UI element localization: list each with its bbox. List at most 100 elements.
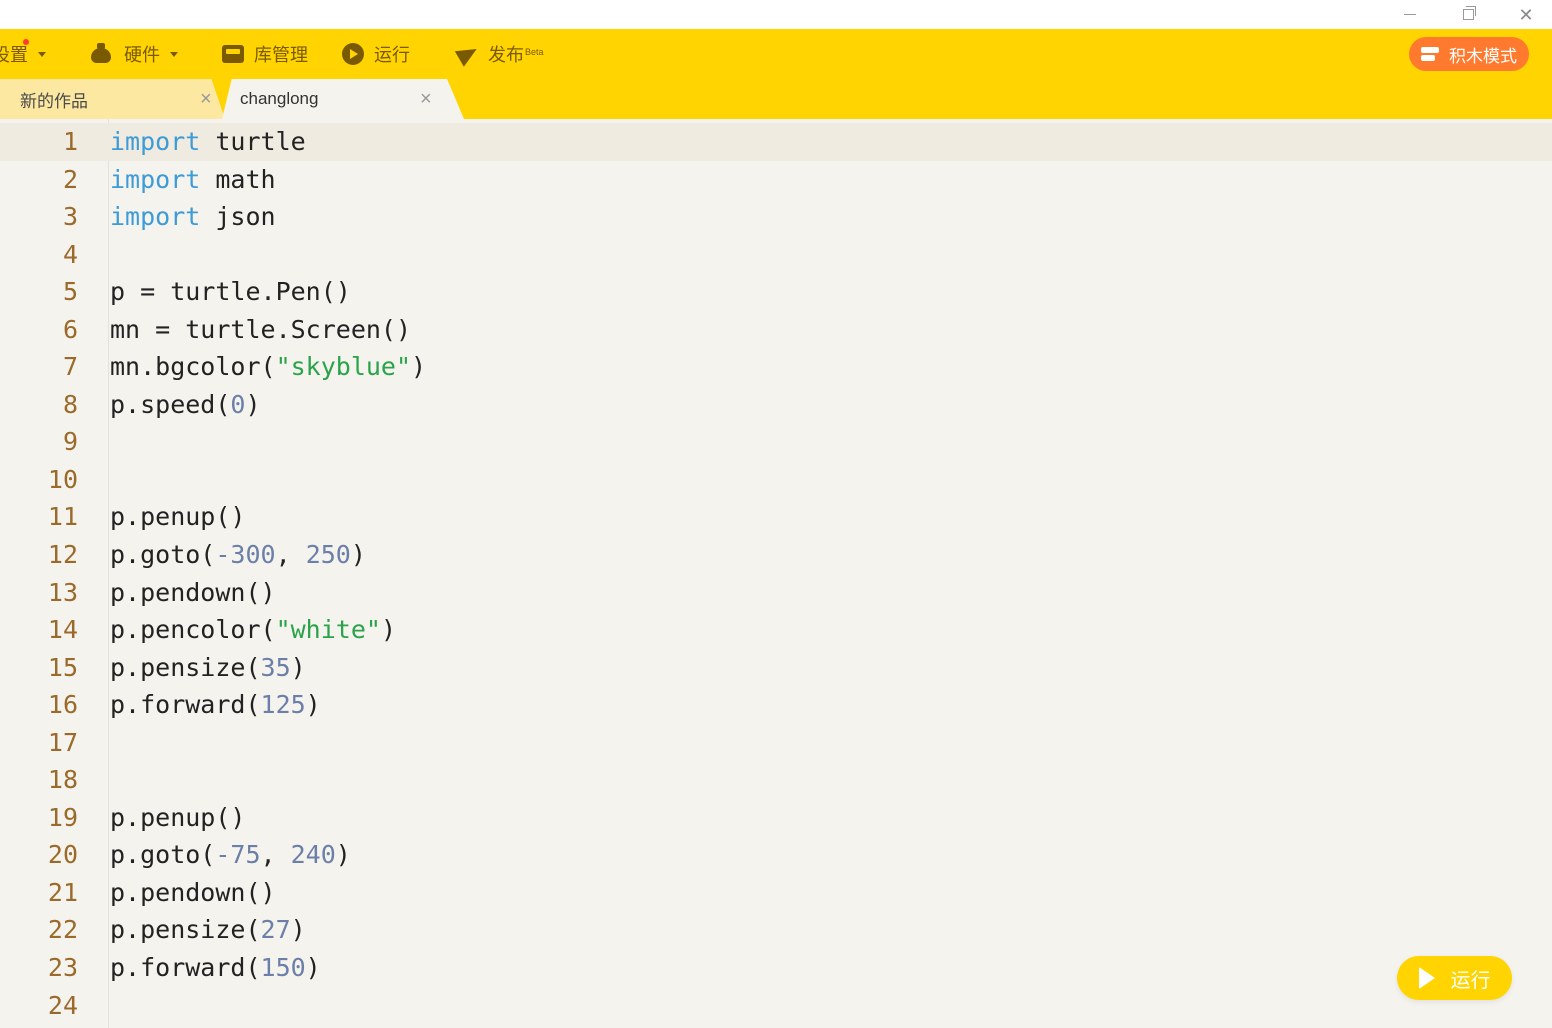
code-text: ) [305,690,321,720]
hardware-label: 硬件 [124,45,160,65]
number-literal: 240 [290,840,336,870]
library-button[interactable]: 库管理 [222,39,308,69]
code-text: json [200,202,276,232]
code-text: p.pendown() [110,577,276,607]
code-text: p.pensize( [110,652,261,682]
line-number: 23 [47,953,78,983]
number-literal: 150 [260,953,306,983]
number-literal: -300 [215,540,276,570]
line-number: 16 [47,690,78,720]
line-number: 14 [47,615,78,645]
line-number: 13 [47,577,78,607]
line-number: 12 [47,540,78,570]
string-literal: "skyblue" [275,352,412,382]
block-mode-label: 积木模式 [1449,46,1517,66]
main-toolbar: 设置 硬件 库管理 运行 发布 Beta 积木模式 新的作品 × changlo… [0,29,1552,119]
code-text: p.penup() [110,502,246,532]
code-text: p.forward( [110,953,261,983]
library-label: 库管理 [254,45,308,65]
hardware-menu[interactable]: 硬件 [88,39,178,69]
play-icon [342,43,364,65]
line-number: 6 [62,314,78,344]
code-text: ) [380,615,396,645]
code-text: ) [350,540,366,570]
settings-label: 设置 [0,45,28,65]
line-number: 1 [62,127,78,156]
code-text: p.goto( [110,840,216,870]
close-window-button[interactable]: ✕ [1497,0,1552,29]
line-number: 15 [47,652,78,682]
title-bar: ✕ [0,0,1552,29]
line-number: 17 [47,727,78,757]
line-number: 21 [47,877,78,907]
line-number: 24 [47,990,78,1020]
number-literal: 250 [305,540,351,570]
run-button-label: 运行 [1450,969,1491,992]
tab-new-work[interactable]: 新的作品 × [0,79,225,119]
number-literal: 125 [260,690,306,720]
code-text: ) [290,652,306,682]
line-number: 11 [47,502,78,532]
code-text: p.penup() [110,802,246,832]
keyword: import [110,127,201,156]
code-text: p.pensize( [110,915,261,945]
code-text: mn.bgcolor( [110,352,276,382]
line-number: 9 [62,427,78,457]
tab-changlong[interactable]: changlong × [222,79,464,119]
line-number: 7 [62,352,78,382]
library-icon [222,45,244,63]
code-text: ) [411,352,427,382]
number-literal: 0 [230,389,246,419]
tab-label: 新的作品 [20,91,88,111]
chevron-down-icon [170,51,178,57]
line-number: 10 [47,464,78,494]
code-text: ) [305,953,321,983]
line-number: 8 [62,389,78,419]
close-tab-icon[interactable]: × [420,88,432,111]
line-number: 19 [47,802,78,832]
hardware-icon [88,43,114,65]
line-number: 5 [62,277,78,307]
code-text: , [275,540,306,570]
string-literal: "white" [275,615,381,645]
run-button[interactable]: 运行 [1397,956,1512,1000]
code-text: ) [245,389,261,419]
play-icon [1418,967,1435,989]
number-literal: -75 [215,840,261,870]
code-text: math [200,164,276,194]
line-number: 2 [62,164,78,194]
code-text: turtle [200,127,306,156]
code-text: p.pendown() [110,877,276,907]
code-text: p.speed( [110,389,231,419]
code-editor[interactable]: 1 import turtle 2 import math 3 import json… [0,119,1552,1028]
gutter-divider [108,119,109,1028]
close-icon: ✕ [1518,4,1534,25]
minimize-button[interactable] [1381,0,1439,29]
publish-label: 发布 [488,45,524,65]
block-mode-button[interactable]: 积木模式 [1409,37,1529,71]
settings-menu[interactable]: 设置 [0,39,46,69]
line-number: 22 [47,915,78,945]
line-number: 4 [62,239,78,269]
run-menu-button[interactable]: 运行 [342,39,410,69]
line-number: 20 [47,840,78,870]
number-literal: 27 [260,915,291,945]
chevron-down-icon [38,51,46,57]
restore-button[interactable] [1439,0,1497,29]
line-number: 18 [47,765,78,795]
code-text: p.goto( [110,540,216,570]
keyword: import [110,164,201,194]
close-tab-icon[interactable]: × [200,88,212,111]
publish-button[interactable]: 发布 Beta [454,39,544,69]
blocks-icon [1421,47,1439,61]
minimize-icon [1404,14,1416,15]
code-text: mn = turtle.Screen() [110,314,412,344]
run-label: 运行 [374,45,410,65]
keyword: import [110,202,201,232]
notification-dot [23,39,29,45]
code-text: ) [290,915,306,945]
code-text: p.pencolor( [110,615,276,645]
code-text: p.forward( [110,690,261,720]
restore-icon [1462,6,1476,20]
tab-label: changlong [240,89,319,108]
